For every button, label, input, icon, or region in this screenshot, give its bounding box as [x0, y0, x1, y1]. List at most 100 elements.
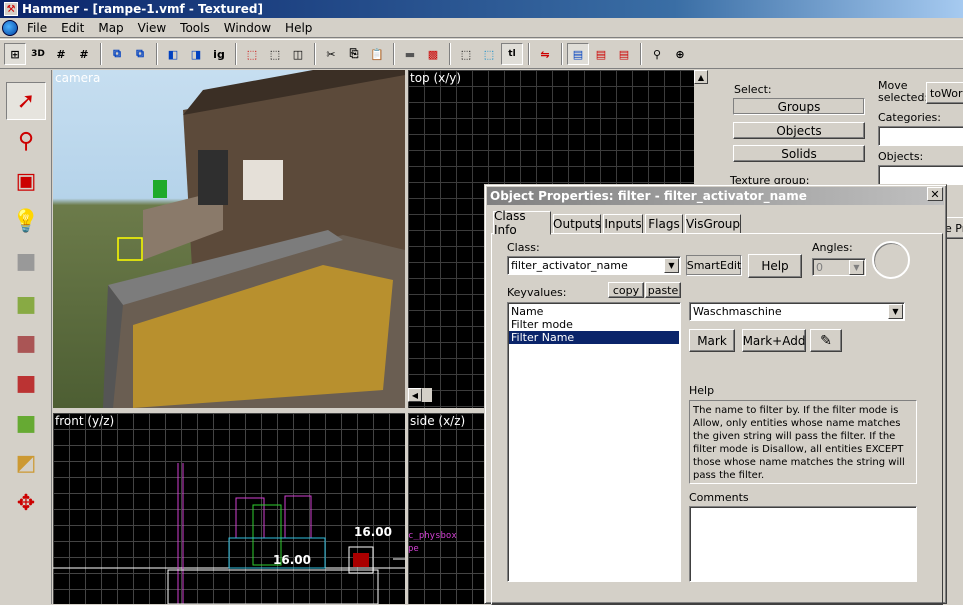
ignore-groups-icon[interactable]: ig	[208, 43, 230, 65]
chevron-down-icon[interactable]: ▼	[888, 304, 903, 319]
3d-grid-icon[interactable]: 3D	[27, 43, 49, 65]
scroll-left-icon[interactable]: ◀	[408, 388, 422, 402]
menu-edit[interactable]: Edit	[54, 21, 91, 35]
mark-button[interactable]: Mark	[689, 329, 735, 352]
list-item[interactable]: Filter mode	[509, 318, 679, 331]
objects-field[interactable]	[878, 165, 963, 185]
camera-viewport[interactable]: camera	[53, 70, 405, 408]
front-viewport[interactable]: front (y/z) 16.00 16.00	[53, 413, 405, 604]
menu-view[interactable]: View	[131, 21, 173, 35]
texture-lock-icon[interactable]: ▬	[399, 43, 421, 65]
help-text-box: The name to filter by. If the filter mod…	[689, 400, 917, 484]
side-label: side (x/z)	[410, 414, 466, 428]
mark-add-button[interactable]: Mark+Add	[742, 329, 806, 352]
group-icon[interactable]: ⧉	[106, 43, 128, 65]
chevron-down-icon[interactable]: ▼	[849, 260, 864, 275]
list-item[interactable]: Filter Name	[509, 331, 679, 344]
to-world-button[interactable]: toWorld	[926, 82, 963, 104]
hammer-app-icon: ⚒	[4, 2, 18, 16]
dimension-height-label: 16.00	[354, 525, 392, 539]
tab-outputs[interactable]: Outputs	[553, 214, 601, 234]
smartedit-button[interactable]: SmartEdit	[686, 255, 742, 276]
run-map-icon[interactable]: ⚲	[646, 43, 668, 65]
list-item[interactable]: Name	[509, 305, 679, 318]
comments-label: Comments	[689, 491, 749, 504]
grid-toggle-icon[interactable]: ⊞	[4, 43, 26, 65]
angle-dial[interactable]	[872, 241, 910, 279]
toolbar-separator	[156, 43, 158, 65]
toolbar-separator	[100, 43, 102, 65]
menu-window[interactable]: Window	[217, 21, 278, 35]
menu-bar: File Edit Map View Tools Window Help	[0, 18, 963, 38]
overlay-tool-icon[interactable]: ■	[6, 404, 46, 442]
camera-tool-icon[interactable]: ▣	[6, 162, 46, 200]
cut-icon[interactable]: ✂	[320, 43, 342, 65]
globe-icon[interactable]	[2, 19, 18, 36]
categories-field[interactable]	[878, 126, 963, 146]
chevron-down-icon[interactable]: ▼	[664, 258, 679, 273]
models-icon[interactable]: ⬚	[478, 43, 500, 65]
menu-help[interactable]: Help	[278, 21, 319, 35]
compile-icon[interactable]: ⊕	[669, 43, 691, 65]
solids-button[interactable]: Solids	[733, 145, 865, 162]
hide-icon[interactable]: ⬚	[241, 43, 263, 65]
smaller-grid-icon[interactable]: #	[50, 43, 72, 65]
menu-map[interactable]: Map	[91, 21, 130, 35]
camera-label: camera	[55, 71, 101, 85]
value-dropdown[interactable]: Waschmaschine ▼	[689, 302, 905, 321]
angles-dropdown[interactable]: 0 ▼	[812, 258, 866, 276]
magnify-tool-icon[interactable]: ⚲	[6, 122, 46, 160]
objects-button[interactable]: Objects	[733, 122, 865, 139]
comments-field[interactable]	[689, 506, 917, 582]
eyedropper-icon[interactable]: ✎	[810, 329, 842, 352]
keyvalues-list[interactable]: Name Filter mode Filter Name	[507, 302, 681, 582]
flip-icon[interactable]: ⇋	[534, 43, 556, 65]
object-properties-dialog: Object Properties: filter - filter_activ…	[484, 184, 947, 605]
selection-tool-icon[interactable]: ➚	[6, 82, 46, 120]
toolbar-separator	[561, 43, 563, 65]
carve-icon[interactable]: ◧	[162, 43, 184, 65]
toggle-helpers-icon[interactable]: ⬚	[455, 43, 477, 65]
close-icon[interactable]: ✕	[927, 187, 943, 201]
dialog-title: Object Properties: filter - filter_activ…	[490, 189, 807, 203]
show-icon[interactable]: ⬚	[264, 43, 286, 65]
main-toolbar: ⊞ 3D # # ⧉ ⧉ ◧ ◨ ig ⬚ ⬚ ◫ ✂ ⎘ 📋 ▬ ▩ ⬚ ⬚ …	[0, 39, 963, 69]
menu-tools[interactable]: Tools	[173, 21, 217, 35]
move-selected-label: Move selected:	[878, 79, 929, 104]
entity-report-icon[interactable]: ▤	[590, 43, 612, 65]
help-button[interactable]: Help	[748, 254, 802, 278]
texture-scale-icon[interactable]: ▩	[422, 43, 444, 65]
decal-tool-icon[interactable]: ■	[6, 364, 46, 402]
block-tool-icon[interactable]: ■	[6, 242, 46, 280]
entity-tool-icon[interactable]: 💡	[6, 202, 46, 240]
groups-button[interactable]: Groups	[733, 98, 865, 115]
help-text: The name to filter by. If the filter mod…	[693, 405, 905, 481]
menu-file[interactable]: File	[20, 21, 54, 35]
scroll-up-icon[interactable]: ▲	[694, 70, 708, 84]
clip-tool-icon[interactable]: ◩	[6, 444, 46, 482]
paste-button[interactable]: paste	[645, 282, 681, 298]
copy-button[interactable]: copy	[608, 282, 644, 298]
select-toggle-icon[interactable]: tl	[501, 43, 523, 65]
tab-inputs[interactable]: Inputs	[603, 214, 643, 234]
top-hscrollbar[interactable]: ◀	[408, 388, 432, 402]
tab-class-info[interactable]: Class Info	[493, 209, 551, 237]
hollow-icon[interactable]: ◨	[185, 43, 207, 65]
paste-icon[interactable]: 📋	[366, 43, 388, 65]
value-text: Waschmaschine	[693, 305, 782, 318]
toolbar-separator	[528, 43, 530, 65]
texture-tool-icon[interactable]: ■	[6, 285, 46, 323]
larger-grid-icon[interactable]: #	[73, 43, 95, 65]
copy-icon[interactable]: ⎘	[343, 43, 365, 65]
class-dropdown[interactable]: filter_activator_name ▼	[507, 256, 681, 275]
tab-flags[interactable]: Flags	[645, 214, 683, 234]
cube-icon[interactable]: ◫	[287, 43, 309, 65]
apply-texture-icon[interactable]: ■	[6, 324, 46, 362]
check-problems-icon[interactable]: ▤	[613, 43, 635, 65]
side-viewport[interactable]: side (x/z) c_physbox pe	[408, 413, 486, 604]
vertex-tool-icon[interactable]: ✥	[6, 484, 46, 522]
ungroup-icon[interactable]: ⧉	[129, 43, 151, 65]
object-props-icon[interactable]: ▤	[567, 43, 589, 65]
tab-visgroup[interactable]: VisGroup	[685, 214, 741, 234]
categories-label: Categories:	[878, 111, 941, 124]
